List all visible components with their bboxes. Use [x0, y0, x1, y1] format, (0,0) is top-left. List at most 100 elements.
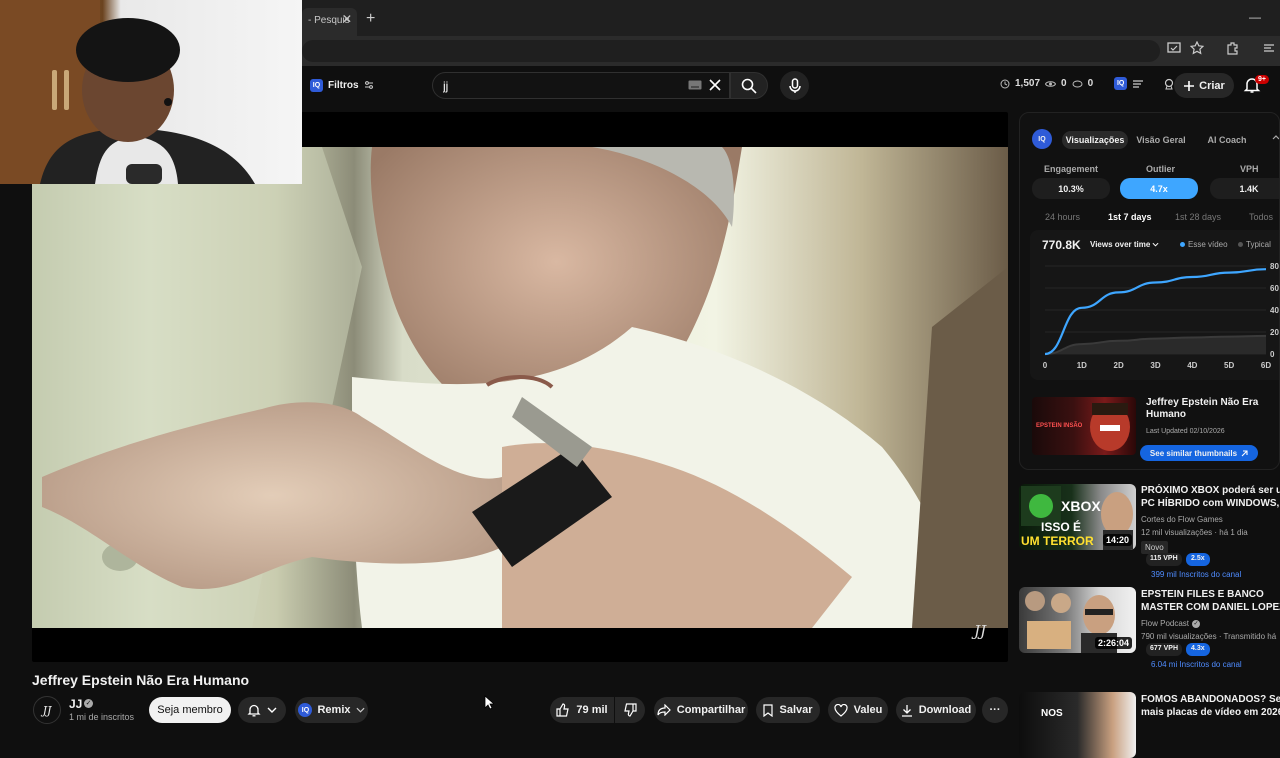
related-title-3[interactable]: FOMOS ABANDONADOS? Sem	[1141, 693, 1280, 706]
metric-engagement-label: Engagement	[1044, 164, 1099, 174]
thanks-label: Valeu	[853, 704, 883, 716]
tab-visualizacoes[interactable]: Visualizações	[1062, 131, 1128, 149]
range-1st-7-days[interactable]: 1st 7 days	[1108, 212, 1152, 222]
tab-ai-coach[interactable]: AI Coach	[1200, 131, 1254, 149]
range-1st-28-days[interactable]: 1st 28 days	[1175, 212, 1221, 222]
video-still-image	[32, 147, 1008, 628]
subscription-bell-button[interactable]	[238, 697, 286, 723]
see-similar-label: See similar thumbnails	[1149, 448, 1238, 458]
see-similar-thumbnails-button[interactable]: See similar thumbnails	[1140, 445, 1258, 461]
y-tick-label: 0	[1270, 350, 1275, 359]
video-duration: 2:26:04	[1094, 637, 1132, 649]
subscriber-count: 1 mi de inscritos	[69, 712, 135, 722]
list-icon[interactable]	[1132, 79, 1144, 89]
video-frame[interactable]	[32, 147, 1008, 628]
vidiq-badge-icon: IQ	[310, 78, 323, 92]
thumb-isso-text: ISSO É	[1041, 520, 1082, 534]
video-player[interactable]: JJ	[32, 112, 1008, 662]
views-dropdown-label: Views over time	[1090, 240, 1151, 249]
webcam-image	[0, 0, 255, 184]
vph-badge: 677 VPH	[1146, 643, 1183, 656]
clear-search-icon[interactable]	[708, 78, 722, 92]
similar-video-thumbnail[interactable]: EPSTEIN INSÃO	[1032, 397, 1136, 455]
range-24-hours[interactable]: 24 hours	[1045, 212, 1080, 222]
extensions-icon[interactable]	[1226, 41, 1244, 59]
x-tick-label: 4D	[1187, 361, 1197, 370]
related-title-1-line2[interactable]: PC HÍBRIDO com WINDOWS, d...	[1141, 497, 1280, 510]
tab-close-icon[interactable]: ✕	[341, 12, 353, 26]
thanks-button[interactable]: Valeu	[828, 697, 888, 723]
eye-icon	[1045, 80, 1057, 87]
related-meta-2: 790 mil visualizações · Transmitido há	[1141, 632, 1277, 641]
thumb-xbox-text: XBOX	[1061, 498, 1101, 514]
download-button[interactable]: Download	[896, 697, 976, 723]
related-thumbnail-1[interactable]: XBOX ISSO É UM TERROR 14:20	[1019, 484, 1136, 550]
legend-dot-icon	[1180, 242, 1185, 247]
create-button[interactable]: Criar	[1174, 73, 1234, 98]
related-title-2[interactable]: EPSTEIN FILES E BANCO	[1141, 588, 1280, 601]
metric-vph-value[interactable]: 1.4K	[1210, 178, 1279, 199]
sliders-icon	[364, 81, 373, 89]
metric-engagement-value[interactable]: 10.3%	[1032, 178, 1110, 199]
remix-button[interactable]: IQ Remix	[295, 697, 368, 723]
related-channel-1[interactable]: Cortes do Flow Games	[1141, 515, 1280, 524]
keyboard-icon[interactable]	[688, 80, 702, 90]
collapse-icon[interactable]	[1272, 134, 1279, 140]
more-actions-button[interactable]: ···	[982, 697, 1008, 723]
views-chart-card: 770.8K Views over time Esse vídeo Typica…	[1030, 230, 1279, 380]
outlier-multiplier-badge: 4.3x	[1186, 643, 1210, 656]
related-thumbnail-3[interactable]: NOS	[1019, 692, 1136, 758]
new-tab-button[interactable]: +	[366, 10, 380, 28]
search-icon	[741, 78, 757, 94]
thumb-nos-text: NOS	[1041, 708, 1063, 719]
like-button[interactable]: 79 mil	[550, 697, 614, 723]
related-thumbnail-2[interactable]: 2:26:04	[1019, 587, 1136, 653]
thumbs-up-icon	[556, 703, 570, 717]
join-membership-button[interactable]: Seja membro	[149, 697, 231, 723]
screen-cast-icon[interactable]	[1167, 41, 1185, 59]
metric-vph-label: VPH	[1240, 164, 1259, 174]
address-bar[interactable]	[302, 40, 1160, 62]
channel-subscribers: 399 mil Inscritos do canal	[1151, 570, 1242, 579]
views-over-time-dropdown[interactable]: Views over time	[1090, 240, 1159, 249]
stat-eye-count: 0	[1061, 78, 1067, 89]
loop-icon	[1072, 80, 1083, 87]
plus-icon	[1184, 80, 1195, 91]
related-title-1[interactable]: PRÓXIMO XBOX poderá ser um	[1141, 484, 1280, 497]
dislike-button[interactable]	[615, 697, 645, 723]
search-button[interactable]	[730, 72, 768, 99]
metric-outlier-value[interactable]: 4.7x	[1120, 178, 1198, 199]
reading-list-icon[interactable]	[1262, 41, 1280, 59]
related-channel-2-row: Flow Podcast ✓	[1141, 619, 1280, 628]
share-button[interactable]: Compartilhar	[654, 697, 748, 723]
video-watermark: JJ	[974, 622, 987, 640]
filters-button[interactable]: IQ Filtros	[304, 74, 376, 96]
search-box	[432, 72, 730, 99]
bookmark-star-icon[interactable]	[1190, 41, 1208, 59]
range-todos[interactable]: Todos	[1249, 212, 1273, 222]
voice-search-button[interactable]	[780, 71, 809, 100]
vidiq-menu-icon[interactable]: IQ	[1114, 77, 1128, 90]
window-minimize-button[interactable]: —	[1249, 10, 1261, 24]
related-meta-1: 12 mil visualizações · há 1 dia	[1141, 528, 1248, 537]
legend-typical: Typical	[1238, 240, 1271, 249]
related-title-2-line2[interactable]: MASTER COM DANIEL LOPEZ ...	[1141, 601, 1280, 614]
related-channel-2[interactable]: Flow Podcast	[1141, 619, 1189, 628]
x-tick-label: 5D	[1224, 361, 1234, 370]
like-count: 79 mil	[576, 704, 608, 716]
related-title-3-line2[interactable]: mais placas de vídeo em 2026?	[1141, 706, 1280, 719]
share-label: Compartilhar	[676, 704, 746, 716]
channel-name[interactable]: JJ	[69, 697, 82, 711]
microphone-icon	[788, 77, 801, 93]
save-button[interactable]: Salvar	[756, 697, 820, 723]
similar-video-title[interactable]: Jeffrey Epstein Não Era Humano	[1146, 397, 1276, 421]
tab-visao-geral[interactable]: Visão Geral	[1132, 131, 1190, 149]
filters-label: Filtros	[328, 79, 359, 91]
create-label: Criar	[1199, 79, 1225, 92]
x-tick-label: 2D	[1114, 361, 1124, 370]
remix-label: Remix	[317, 704, 351, 716]
heart-dollar-icon	[834, 703, 848, 717]
thumbnail-text: EPSTEIN INSÃO	[1036, 423, 1083, 429]
download-icon	[901, 704, 912, 717]
search-input[interactable]	[443, 78, 683, 93]
